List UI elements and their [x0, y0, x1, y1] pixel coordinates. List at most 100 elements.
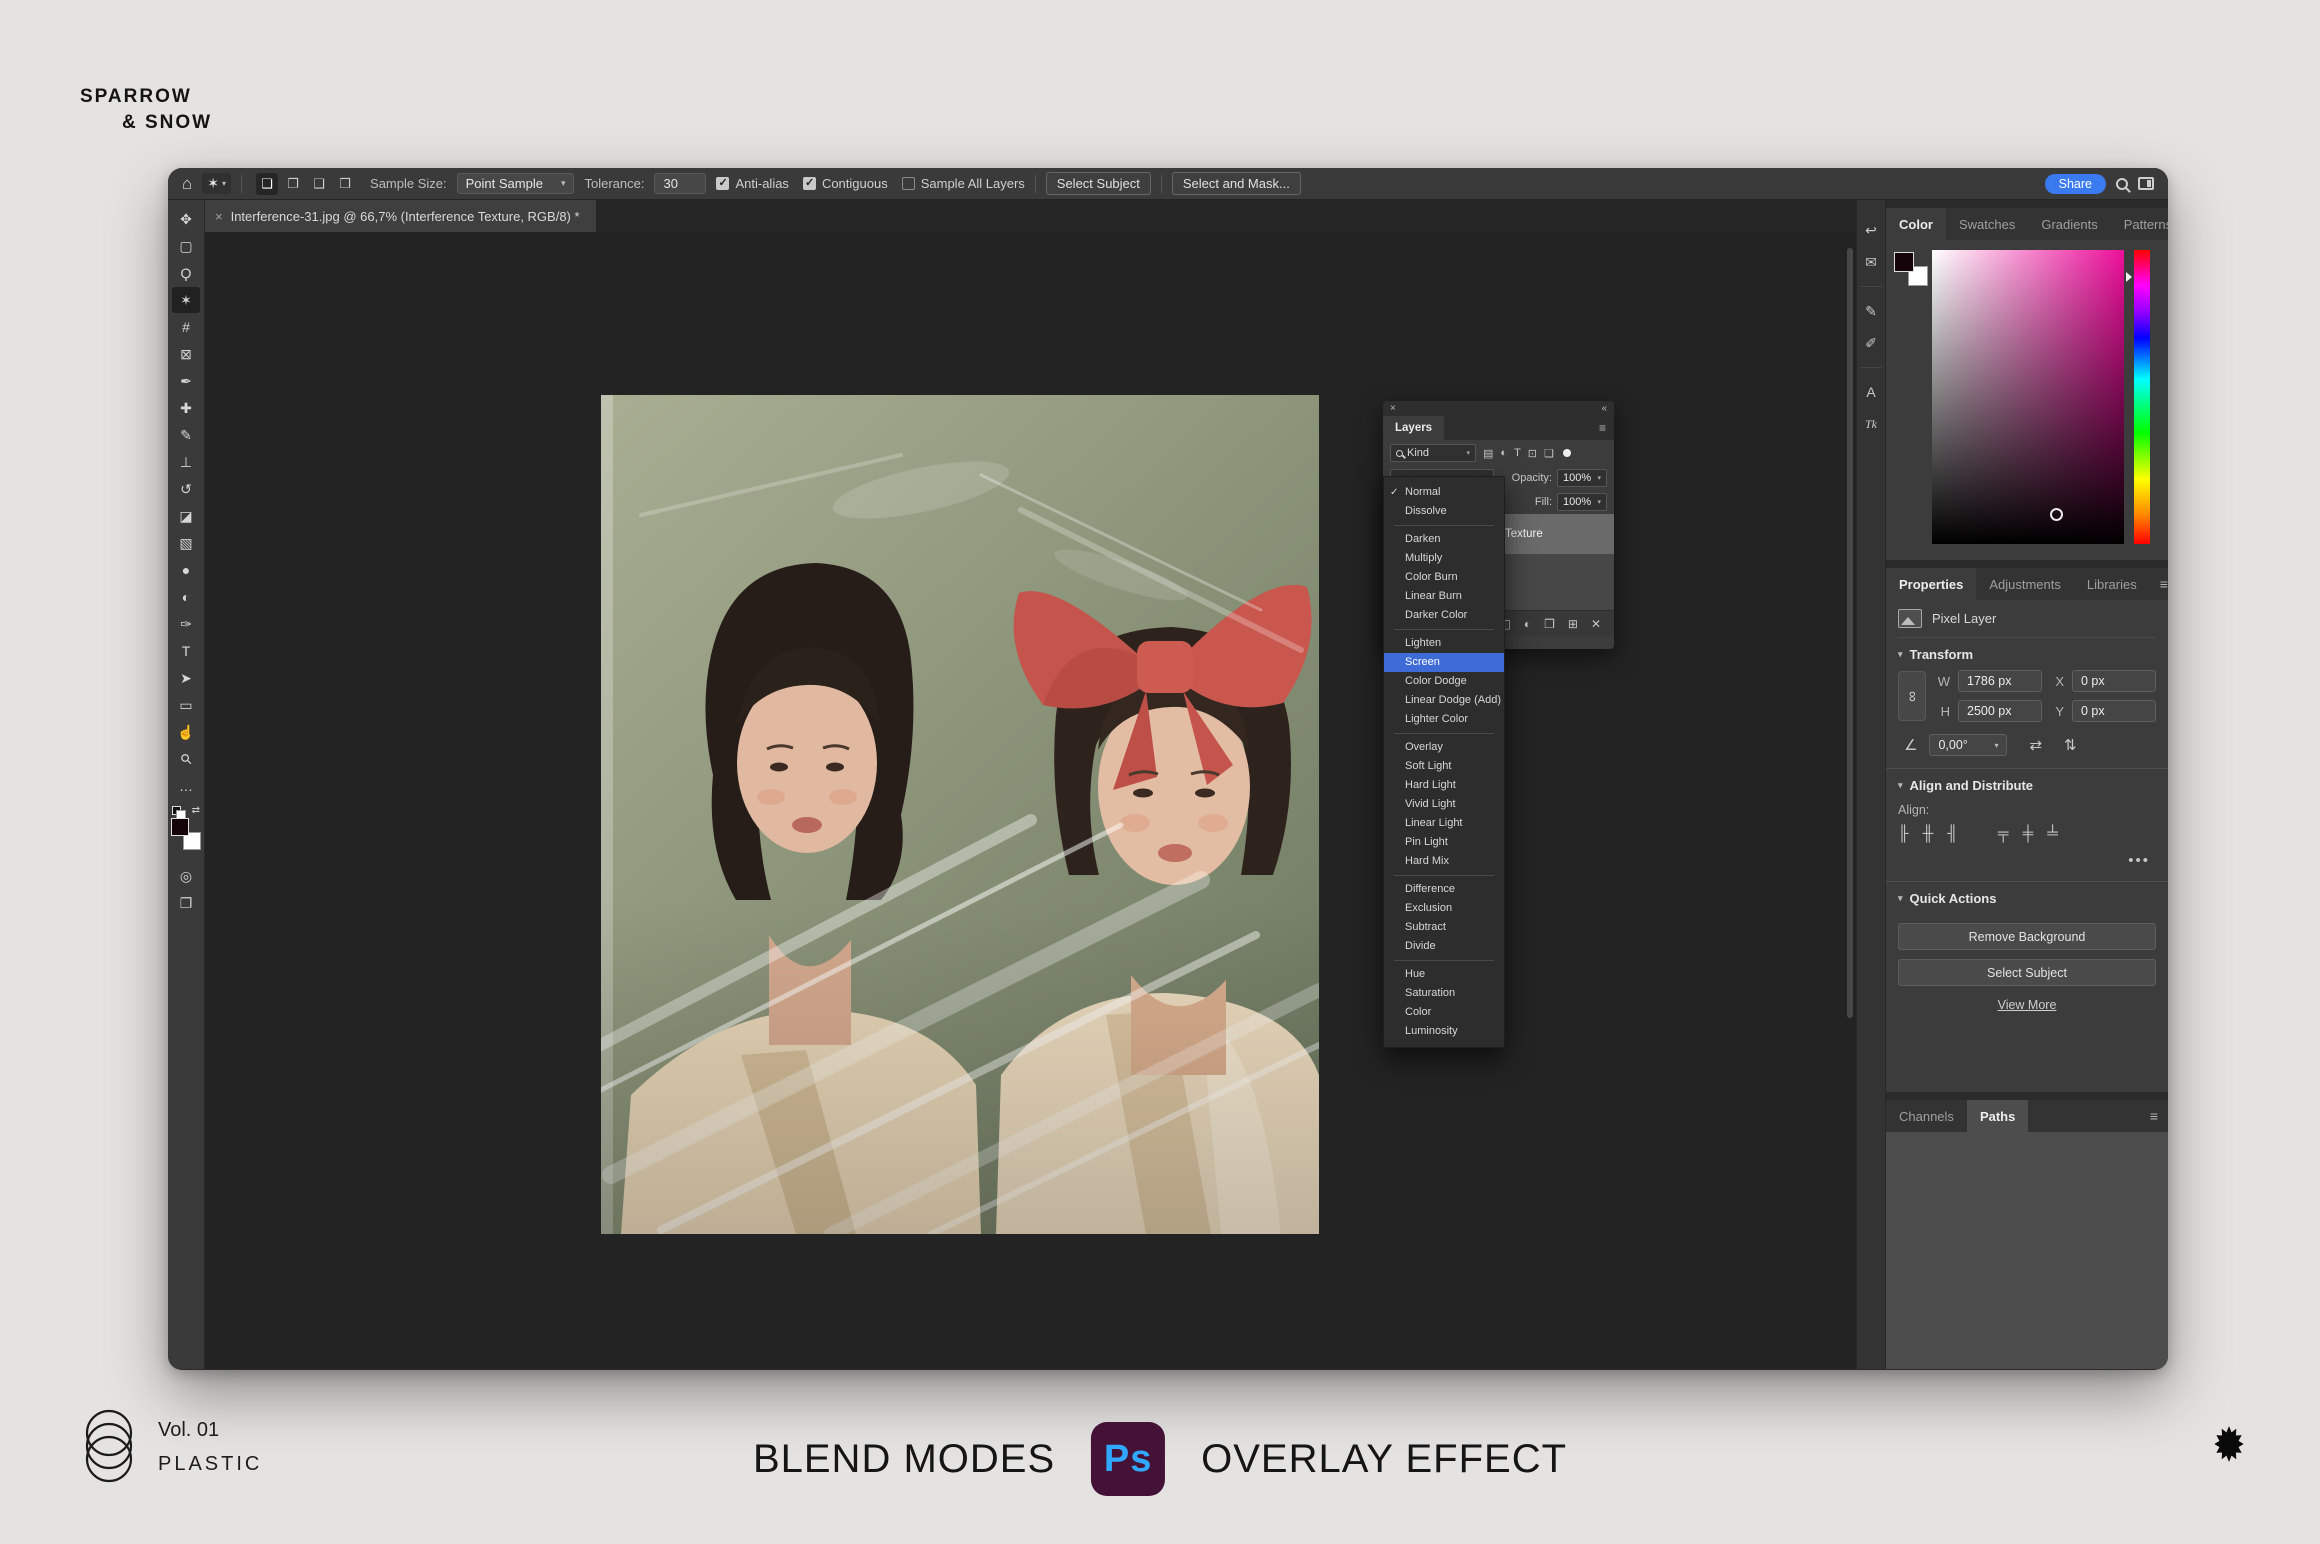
color-tab-patterns[interactable]: Patterns — [2111, 208, 2168, 240]
quick-mask-mode[interactable]: ◎ — [172, 863, 200, 889]
angle-input[interactable]: 0,00° ▾ — [1929, 734, 2007, 756]
transform-section-header[interactable]: ▾ Transform — [1898, 638, 2156, 670]
foreground-color-swatch[interactable] — [171, 818, 189, 836]
blur-tool[interactable]: ● — [172, 557, 200, 583]
blend-mode-option-saturation[interactable]: Saturation — [1384, 984, 1504, 1003]
add-selection-icon[interactable]: ❐ — [282, 173, 304, 195]
marquee-tool[interactable]: ▢ — [172, 233, 200, 259]
height-input[interactable]: 2500 px — [1958, 700, 2042, 722]
bottom-tab-channels[interactable]: Channels — [1886, 1100, 1967, 1132]
align-center-vertical-icon[interactable]: ╪ — [2023, 825, 2034, 842]
share-button[interactable]: Share — [2045, 174, 2106, 194]
properties-tab-libraries[interactable]: Libraries — [2074, 568, 2150, 600]
swap-colors-icon[interactable]: ⇄ — [192, 806, 200, 815]
blend-mode-option-dissolve[interactable]: Dissolve — [1384, 502, 1504, 521]
filter-smart-objects-icon[interactable]: ❏ — [1544, 447, 1554, 460]
intersect-selection-icon[interactable]: ❒ — [334, 173, 356, 195]
anti-alias-checkbox-box[interactable] — [716, 177, 729, 190]
anti-alias-checkbox[interactable]: Anti-alias — [716, 176, 788, 191]
properties-panel-menu-icon[interactable]: ≡ — [2150, 568, 2168, 600]
align-bottom-icon[interactable]: ╧ — [2047, 825, 2058, 842]
blend-mode-option-lighten[interactable]: Lighten — [1384, 634, 1504, 653]
version-history-icon[interactable]: ↩ — [1856, 214, 1886, 246]
fill-value[interactable]: 100% — [1557, 493, 1607, 511]
blend-mode-option-difference[interactable]: Difference — [1384, 880, 1504, 899]
align-right-icon[interactable]: ╢ — [1947, 825, 1958, 842]
panel-collapse-icon[interactable]: « — [1601, 403, 1607, 414]
new-selection-icon[interactable]: ❏ — [256, 173, 278, 195]
opacity-value[interactable]: 100% — [1557, 469, 1607, 487]
blend-mode-option-hue[interactable]: Hue — [1384, 965, 1504, 984]
color-cursor[interactable] — [2050, 508, 2063, 521]
constrain-proportions-toggle[interactable] — [1898, 671, 1926, 721]
history-brush-tool[interactable]: ↺ — [172, 476, 200, 502]
panel-close-icon[interactable]: × — [1390, 403, 1396, 414]
more-tools[interactable]: … — [172, 773, 200, 799]
align-top-icon[interactable]: ╤ — [1998, 825, 2009, 842]
brush-tool[interactable]: ✎ — [172, 422, 200, 448]
blend-mode-option-vivid-light[interactable]: Vivid Light — [1384, 795, 1504, 814]
blend-mode-option-lighter-color[interactable]: Lighter Color — [1384, 710, 1504, 729]
default-colors-icon[interactable] — [172, 806, 181, 815]
select-and-mask-button[interactable]: Select and Mask... — [1172, 172, 1301, 195]
view-more-link[interactable]: View More — [1898, 998, 2156, 1012]
align-center-horizontal-icon[interactable]: ╫ — [1923, 825, 1934, 842]
select-subject-button[interactable]: Select Subject — [1898, 959, 2156, 986]
flip-horizontal-icon[interactable]: ⇄ — [2029, 736, 2042, 754]
x-input[interactable]: 0 px — [2072, 670, 2156, 692]
toolbar-color-swatches[interactable] — [171, 818, 201, 850]
foreground-background-swatches[interactable] — [1894, 252, 1928, 286]
filter-pixel-layers-icon[interactable]: ▤ — [1483, 447, 1493, 460]
blend-mode-option-hard-mix[interactable]: Hard Mix — [1384, 852, 1504, 871]
layers-panel-menu-icon[interactable]: ≡ — [1591, 416, 1614, 440]
blend-mode-option-divide[interactable]: Divide — [1384, 937, 1504, 956]
align-left-icon[interactable]: ╟ — [1898, 825, 1909, 842]
filter-type-layers-icon[interactable]: T — [1514, 447, 1521, 459]
screen-mode[interactable]: ❐ — [172, 890, 200, 916]
character-styles-icon[interactable]: Tk — [1856, 408, 1886, 440]
tolerance-input[interactable]: 30 — [654, 173, 706, 194]
flip-vertical-icon[interactable]: ⇅ — [2064, 736, 2077, 754]
blend-mode-option-screen[interactable]: Screen — [1384, 653, 1504, 672]
saturation-brightness-field[interactable] — [1932, 250, 2124, 544]
filter-toggle-pin[interactable] — [1563, 449, 1571, 457]
hue-slider-marker[interactable] — [2126, 272, 2132, 282]
layer-filter-select[interactable]: Kind — [1390, 444, 1476, 462]
brush-settings-icon[interactable]: ✎ — [1856, 295, 1886, 327]
blend-mode-option-color-burn[interactable]: Color Burn — [1384, 568, 1504, 587]
blend-mode-option-subtract[interactable]: Subtract — [1384, 918, 1504, 937]
color-tab-swatches[interactable]: Swatches — [1946, 208, 2028, 240]
sample-size-select[interactable]: Point Sample — [457, 173, 575, 194]
brushes-icon[interactable]: ✐ — [1856, 327, 1886, 359]
sample-all-layers-checkbox[interactable]: Sample All Layers — [902, 176, 1025, 191]
color-tab-gradients[interactable]: Gradients — [2028, 208, 2110, 240]
blend-mode-option-multiply[interactable]: Multiply — [1384, 549, 1504, 568]
new-layer-icon[interactable]: ⊞ — [1568, 617, 1578, 631]
blend-mode-option-normal[interactable]: ✓Normal — [1384, 483, 1504, 502]
dodge-tool[interactable]: ◐ — [172, 584, 200, 610]
healing-brush-tool[interactable]: ✚ — [172, 395, 200, 421]
gradient-tool[interactable]: ▧ — [172, 530, 200, 556]
width-input[interactable]: 1786 px — [1958, 670, 2042, 692]
clone-stamp-tool[interactable]: ⊥ — [172, 449, 200, 475]
blend-mode-option-linear-light[interactable]: Linear Light — [1384, 814, 1504, 833]
search-icon[interactable] — [2116, 178, 2128, 190]
document-tab[interactable]: × Interference-31.jpg @ 66,7% (Interfere… — [205, 200, 596, 232]
adjustment-layer-icon[interactable]: ◐ — [1524, 617, 1531, 631]
properties-tab-properties[interactable]: Properties — [1886, 568, 1976, 600]
type-tool[interactable]: T — [172, 638, 200, 664]
blend-mode-option-exclusion[interactable]: Exclusion — [1384, 899, 1504, 918]
magic-wand-tool[interactable]: ✶ — [172, 287, 200, 313]
move-tool[interactable]: ✥ — [172, 206, 200, 232]
blend-mode-option-linear-dodge-add[interactable]: Linear Dodge (Add) — [1384, 691, 1504, 710]
zoom-tool[interactable]: ⚲ — [172, 746, 200, 772]
contiguous-checkbox[interactable]: Contiguous — [803, 176, 888, 191]
blend-mode-option-soft-light[interactable]: Soft Light — [1384, 757, 1504, 776]
color-tab-color[interactable]: Color — [1886, 208, 1946, 240]
layers-tab[interactable]: Layers — [1383, 416, 1444, 440]
delete-layer-icon[interactable]: ✕ — [1591, 617, 1601, 631]
path-selection-tool[interactable]: ➤ — [172, 665, 200, 691]
blend-mode-option-color[interactable]: Color — [1384, 1003, 1504, 1022]
canvas-scrollbar[interactable] — [1847, 248, 1853, 1018]
foreground-color-swatch[interactable] — [1894, 252, 1914, 272]
